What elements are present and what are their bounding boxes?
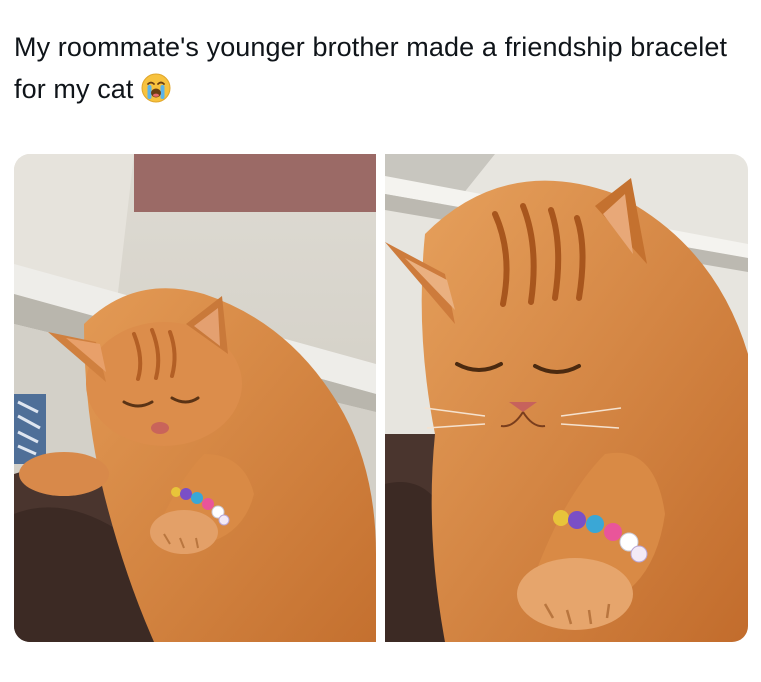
photo-cat-bracelet-wide[interactable] xyxy=(14,154,376,642)
loudly-crying-face-icon xyxy=(140,72,172,104)
photo-cat-bracelet-closeup[interactable] xyxy=(385,154,748,642)
tweet-text-content: My roommate's younger brother made a fri… xyxy=(14,32,728,104)
tweet-text: My roommate's younger brother made a fri… xyxy=(14,26,734,110)
media-grid[interactable] xyxy=(14,154,748,642)
